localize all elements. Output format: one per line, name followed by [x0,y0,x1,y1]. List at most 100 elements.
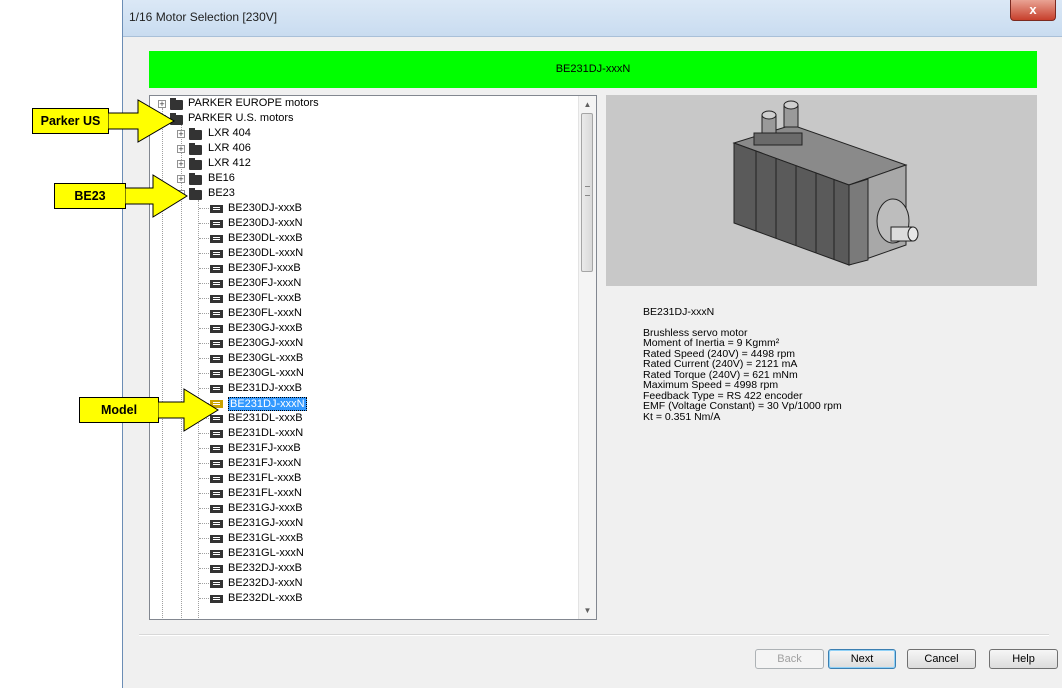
tree-node-model[interactable]: BE230GL-xxxN [150,366,570,381]
tree-node-label: BE230GL-xxxB [228,352,304,364]
tree-node-label: BE230DJ-xxxB [228,202,302,214]
tree-node-label: BE231GL-xxxN [228,547,304,559]
tree-node-label: BE231DJ-xxxB [228,382,302,394]
tree-node-model[interactable]: BE230GJ-xxxN [150,336,570,351]
tree-node-label: BE230FL-xxxB [228,292,302,304]
tree-node-model[interactable]: BE231GJ-xxxN [150,516,570,531]
cancel-button[interactable]: Cancel [907,649,976,669]
motor-model-icon [210,250,223,258]
tree-node-lxr404[interactable]: + LXR 404 [150,126,570,141]
tree-node-model[interactable]: BE231GJ-xxxB [150,501,570,516]
motor-model-icon [210,370,223,378]
motor-model-icon [210,535,223,543]
tree-node-label: BE230GJ-xxxB [228,322,303,334]
tree-node-label: BE230DL-xxxN [228,247,304,259]
motor-model-icon [210,325,223,333]
next-button[interactable]: Next [828,649,896,669]
tree-node-label: BE230FJ-xxxN [228,277,302,289]
title-bar: 1/16 Motor Selection [230V] x [123,0,1062,37]
tree-node-model[interactable]: BE230GJ-xxxB [150,321,570,336]
motor-tree[interactable]: + PARKER EUROPE motors − PARKER U.S. mot… [149,95,597,620]
close-button[interactable]: x [1010,0,1056,21]
tree-node-label: BE231DL-xxxB [228,412,303,424]
callout-model: Model [79,388,239,432]
tree-node-label: BE232DJ-xxxB [228,562,302,574]
folder-icon [189,158,202,170]
expand-icon[interactable]: + [177,145,185,154]
motor-model-icon [210,460,223,468]
tree-node-model[interactable]: BE232DJ-xxxB [150,561,570,576]
motor-model-icon [210,565,223,573]
window-title: 1/16 Motor Selection [230V] [129,10,278,24]
tree-node-model[interactable]: BE231GL-xxxB [150,531,570,546]
tree-node-model[interactable]: BE230FL-xxxN [150,306,570,321]
tree-node-label-selected: BE231DJ-xxxN [228,397,307,411]
selected-motor-banner: BE231DJ-xxxN [149,51,1037,88]
folder-icon [189,143,202,155]
motor-model-icon [210,295,223,303]
tree-node-model[interactable]: BE232DJ-xxxN [150,576,570,591]
tree-node-label: BE230GJ-xxxN [228,337,304,349]
detail-model: BE231DJ-xxxN [643,306,715,318]
tree-node-label: BE231GJ-xxxB [228,502,303,514]
servo-motor-icon [732,100,919,266]
tree-node-model[interactable]: BE231FJ-xxxN [150,456,570,471]
tree-node-model[interactable]: BE230GL-xxxB [150,351,570,366]
tree-node-label: BE230FL-xxxN [228,307,302,319]
tree-node-parker-europe[interactable]: + PARKER EUROPE motors [150,96,570,111]
expand-icon[interactable]: + [177,160,185,169]
tree-node-model[interactable]: BE230FJ-xxxB [150,261,570,276]
help-button[interactable]: Help [989,649,1058,669]
tree-node-label: BE231FL-xxxN [228,487,302,499]
tree-node-label: BE230GL-xxxN [228,367,304,379]
tree-node-model[interactable]: BE231FL-xxxB [150,471,570,486]
motor-model-icon [210,220,223,228]
tree-node-model[interactable]: BE230FL-xxxB [150,291,570,306]
detail-kt: Kt = 0.351 Nm/A [643,410,721,423]
tree-node-label: BE230DL-xxxB [228,232,303,244]
scroll-down-icon[interactable]: ▼ [579,602,596,619]
motor-model-icon [210,235,223,243]
tree-node-model[interactable]: BE231GL-xxxN [150,546,570,561]
callout-label: Parker US [32,108,109,134]
tree-node-model[interactable]: BE231FL-xxxN [150,486,570,501]
tree-node-label: BE231DL-xxxN [228,427,304,439]
tree-node-lxr412[interactable]: + LXR 412 [150,156,570,171]
arrow-right-icon [108,99,175,143]
tree-node-model[interactable]: BE230DL-xxxB [150,231,570,246]
tree-node-lxr406[interactable]: + LXR 406 [150,141,570,156]
motor-model-icon [210,310,223,318]
motor-selection-dialog: 1/16 Motor Selection [230V] x BE231DJ-xx… [122,0,1062,688]
tree-node-model[interactable]: BE230DL-xxxN [150,246,570,261]
tree-node-label: BE231FL-xxxB [228,472,302,484]
motor-model-icon [210,445,223,453]
tree-node-label: BE232DJ-xxxN [228,577,303,589]
motor-model-icon [210,550,223,558]
motor-model-icon [210,280,223,288]
tree-node-label: BE230DJ-xxxN [228,217,303,229]
tree-node-model[interactable]: BE232DL-xxxB [150,591,570,606]
motor-details: BE231DJ-xxxN Brushless servo motor Momen… [643,307,842,422]
motor-image [606,95,1037,286]
callout-parker-us: Parker US [32,99,192,143]
tree-node-label: LXR 406 [208,142,251,154]
tree-node-label: BE231GJ-xxxN [228,517,304,529]
tree-node-model[interactable]: BE231FJ-xxxB [150,441,570,456]
motor-model-icon [210,340,223,348]
scroll-up-icon[interactable]: ▲ [579,96,596,113]
detail-inertia: Moment of Inertia = 9 Kgmm² [643,337,780,349]
tree-node-label: BE232DL-xxxB [228,592,303,604]
scroll-thumb[interactable] [581,113,593,272]
motor-model-icon [210,580,223,588]
back-button[interactable]: Back [755,649,824,669]
tree-node-label: BE231FJ-xxxB [228,442,301,454]
motor-model-icon [210,520,223,528]
tree-node-label: PARKER U.S. motors [188,112,294,124]
tree-node-label: BE230FJ-xxxB [228,262,301,274]
tree-node-model[interactable]: BE230FJ-xxxN [150,276,570,291]
motor-model-icon [210,475,223,483]
tree-node-parker-us[interactable]: − PARKER U.S. motors [150,111,570,126]
tree-node-model[interactable]: BE230DJ-xxxN [150,216,570,231]
footer-divider [139,634,1049,636]
tree-scrollbar[interactable]: ▲ ▼ [578,96,596,619]
